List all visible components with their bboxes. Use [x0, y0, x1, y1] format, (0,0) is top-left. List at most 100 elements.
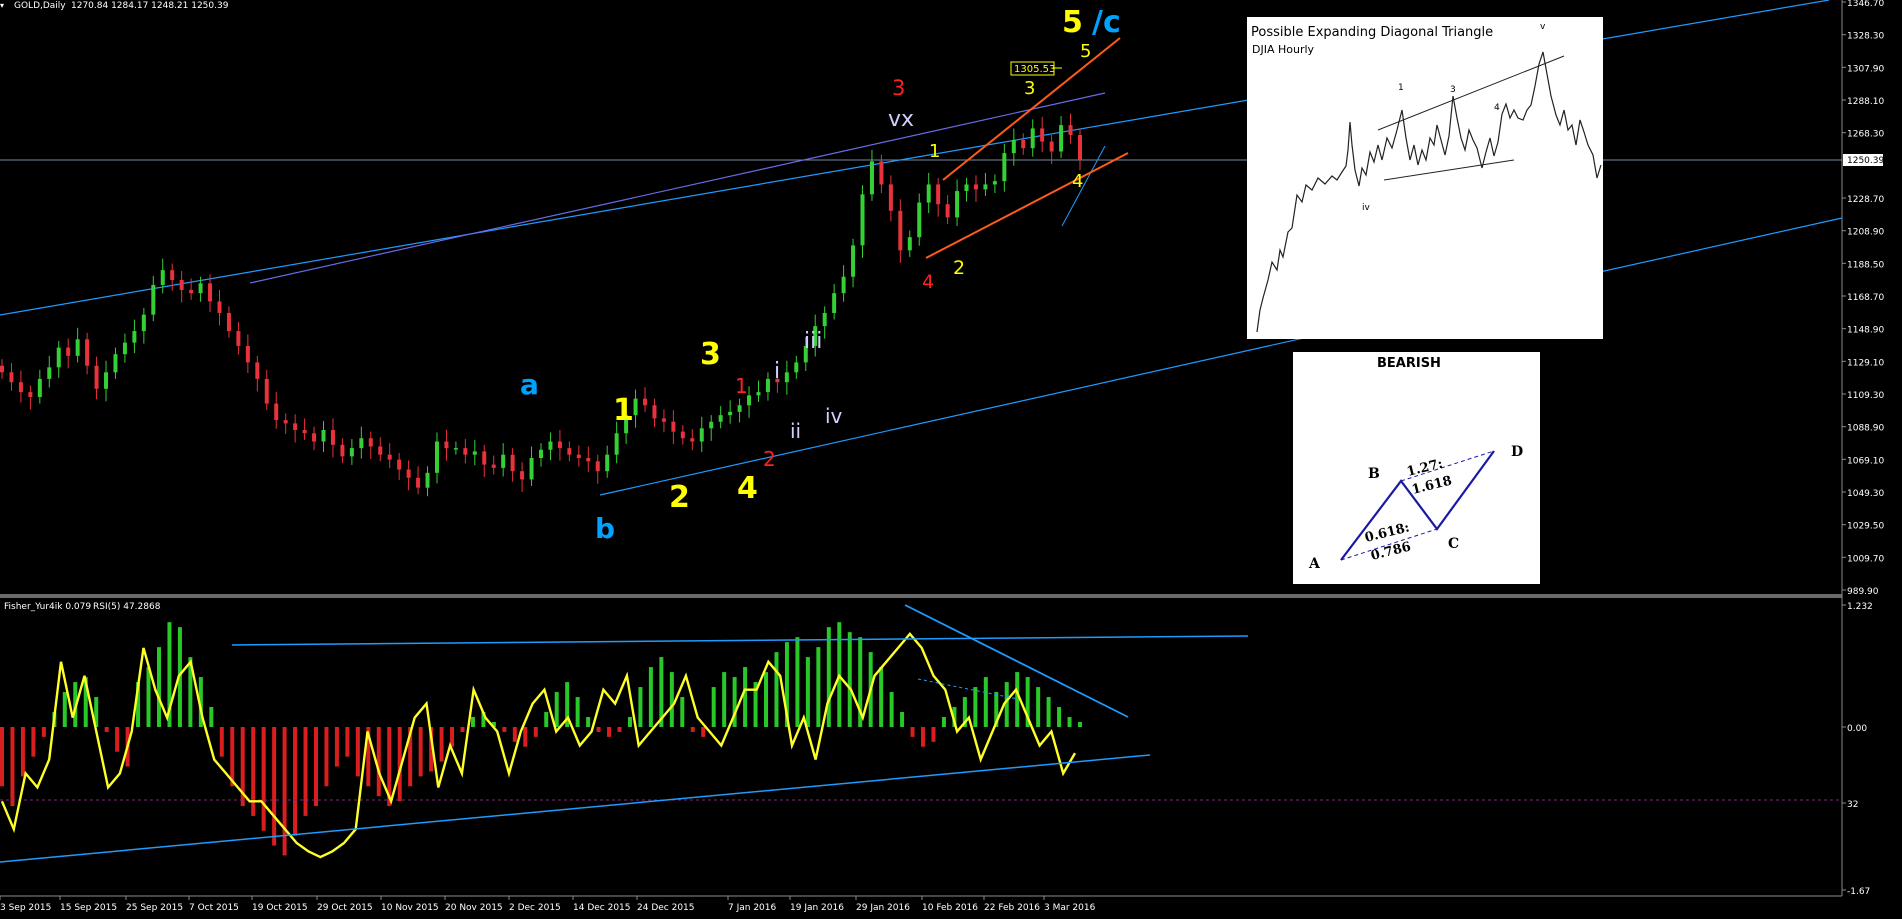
- candle-body: [425, 472, 430, 488]
- fisher-bar: [805, 657, 810, 727]
- candle-body: [66, 347, 71, 356]
- candle-body: [491, 464, 496, 468]
- candle-body: [274, 403, 279, 421]
- sub-axis-label: 0.00: [1847, 724, 1867, 734]
- fisher-bar: [627, 717, 632, 727]
- candle-body: [340, 444, 345, 457]
- candle-body: [1068, 125, 1073, 135]
- fisher-bar: [931, 727, 936, 742]
- sub-axis-label: 1.232: [1847, 602, 1873, 612]
- fisher-bar: [439, 727, 444, 762]
- fisher-bar: [261, 727, 266, 831]
- candle-body: [680, 431, 685, 439]
- candle-body: [482, 451, 487, 465]
- wave-label: iv: [825, 404, 843, 428]
- candle-body: [113, 354, 118, 373]
- inset-diagonal-mark: 1: [1398, 83, 1404, 93]
- fisher-bar: [544, 712, 549, 727]
- fisher-bar: [648, 667, 653, 727]
- fisher-bar: [146, 667, 151, 727]
- fisher-bar: [910, 727, 915, 737]
- fisher-bar: [795, 637, 800, 727]
- price-tag-text: 1305.53: [1014, 64, 1055, 75]
- candle-body: [302, 429, 307, 434]
- fisher-bar: [502, 727, 507, 732]
- candle-body: [1002, 153, 1007, 182]
- fisher-bar: [313, 727, 318, 807]
- fisher-bar: [10, 727, 15, 807]
- candle-body: [501, 454, 506, 468]
- candle-body: [141, 314, 146, 332]
- candle-body: [973, 184, 978, 190]
- candle-body: [406, 469, 411, 478]
- candle-body: [832, 293, 837, 313]
- fisher-bar: [575, 697, 580, 727]
- candle-body: [444, 441, 449, 449]
- candle-body: [75, 339, 80, 356]
- fisher-bar: [826, 627, 831, 727]
- price-axis-label: 1069.10: [1847, 456, 1884, 466]
- chart-window[interactable]: ▾ GOLD,Daily 1270.84 1284.17 1248.21 125…: [0, 0, 1902, 919]
- fisher-bar: [376, 727, 381, 797]
- fisher-bar: [345, 727, 350, 757]
- candle-body: [1049, 141, 1054, 152]
- price-axis-label: 1307.90: [1847, 64, 1884, 74]
- fisher-bar: [1004, 682, 1009, 727]
- candle-body: [94, 365, 99, 389]
- candle-body: [898, 210, 903, 251]
- price-axis-label: 1049.30: [1847, 489, 1884, 499]
- fisher-bar: [20, 727, 25, 777]
- price-axis-label: 1029.50: [1847, 522, 1884, 532]
- header-symbol: GOLD,Daily: [14, 1, 66, 11]
- price-axis-label: 1148.90: [1847, 326, 1884, 336]
- fisher-bar: [1015, 672, 1020, 727]
- candle-body: [869, 161, 874, 195]
- symbol-menu-icon[interactable]: ▾: [0, 1, 4, 10]
- inset-bearish-pattern[interactable]: BEARISH A B C D 0.618: 0.786 1.27: 1.618: [1293, 352, 1540, 584]
- fisher-bar: [638, 687, 643, 727]
- wave-label: 5: [1080, 41, 1091, 62]
- candle-body: [18, 382, 23, 393]
- candle-body: [1030, 128, 1035, 149]
- current-price-tag-text: 1250.39: [1847, 156, 1884, 166]
- fisher-bar: [690, 727, 695, 732]
- wave-label: 2: [953, 257, 965, 279]
- inset-diagonal-chart[interactable]: Possible Expanding Diagonal Triangle DJI…: [1247, 17, 1603, 339]
- candle-body: [614, 433, 619, 455]
- price-axis-label: 1168.70: [1847, 293, 1884, 303]
- candle-body: [548, 441, 553, 450]
- candle-body: [784, 372, 789, 383]
- candle-body: [453, 448, 458, 450]
- candle-body: [151, 284, 156, 315]
- candle-body: [179, 280, 184, 290]
- candle-body: [368, 438, 373, 447]
- candle-body: [416, 477, 421, 488]
- inset-diagonal-title: Possible Expanding Diagonal Triangle: [1251, 25, 1493, 40]
- fisher-bar: [586, 717, 591, 727]
- wave-label: 3: [1024, 78, 1035, 99]
- candle-body: [888, 184, 893, 211]
- fisher-bar: [900, 712, 905, 727]
- wave-label: 3: [892, 76, 905, 100]
- fisher-bar: [941, 717, 946, 727]
- fisher-bar: [272, 727, 277, 846]
- candle-body: [557, 441, 562, 449]
- price-axis-label: 1346.70: [1847, 0, 1884, 9]
- fisher-bar: [418, 727, 423, 777]
- candle-body: [170, 270, 175, 281]
- wave-label: i: [774, 359, 780, 384]
- date-axis-label: 7 Jan 2016: [728, 903, 776, 913]
- wave-label: iii: [804, 329, 822, 354]
- inset-bearish-point-a: A: [1308, 556, 1321, 572]
- fisher-bar: [607, 727, 612, 737]
- fisher-bar: [512, 727, 517, 742]
- fisher-bar: [115, 727, 120, 752]
- candle-body: [529, 457, 534, 480]
- candle-body: [434, 441, 439, 473]
- candle-body: [822, 312, 827, 327]
- date-axis-label: 20 Nov 2015: [445, 903, 503, 913]
- candle-body: [907, 237, 912, 251]
- fisher-bar: [324, 727, 329, 787]
- fisher-bar: [31, 727, 36, 757]
- candle-body: [690, 438, 695, 442]
